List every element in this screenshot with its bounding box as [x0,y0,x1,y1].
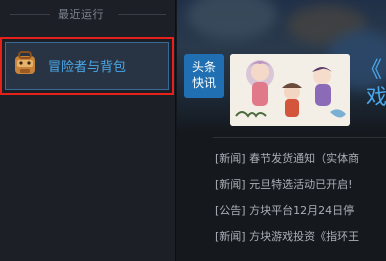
divider [213,137,386,138]
headline-title-line2: 戏 [366,85,386,109]
sidebar: 最近运行 冒险者与背包 [0,0,176,261]
backpack-icon [15,51,35,74]
divider [10,14,50,15]
game-item-card[interactable]: 冒险者与背包 [5,42,169,90]
section-title: 最近运行 [58,8,104,21]
game-title: 冒险者与背包 [48,60,127,75]
divider [118,14,166,15]
recent-game-item[interactable]: 冒险者与背包 [0,37,174,95]
headline-badge: 头条 快讯 [184,54,224,98]
recent-section-header: 最近运行 [0,4,176,24]
news-item[interactable]: [新闻] 元旦特选活动已开启! [215,172,386,198]
badge-line2: 快讯 [191,76,216,90]
news-item[interactable]: [新闻] 春节发货通知（实体商 [215,146,386,172]
news-item[interactable]: [公告] 方块平台12月24日停 [215,198,386,224]
news-panel: 头条 快讯 《 戏 [新闻] 春节发货通知（实体商 [新闻] 元旦特选活动已开启… [177,0,386,261]
headline-thumbnail[interactable] [230,54,350,126]
news-item[interactable]: [新闻] 方块游戏投资《指环王 [215,224,386,250]
headline-title-line1: 《 [360,58,383,83]
headline-title[interactable]: 《 戏 [360,58,386,110]
badge-line1: 头条 [191,60,216,74]
news-list: [新闻] 春节发货通知（实体商 [新闻] 元旦特选活动已开启! [公告] 方块平… [215,146,386,250]
